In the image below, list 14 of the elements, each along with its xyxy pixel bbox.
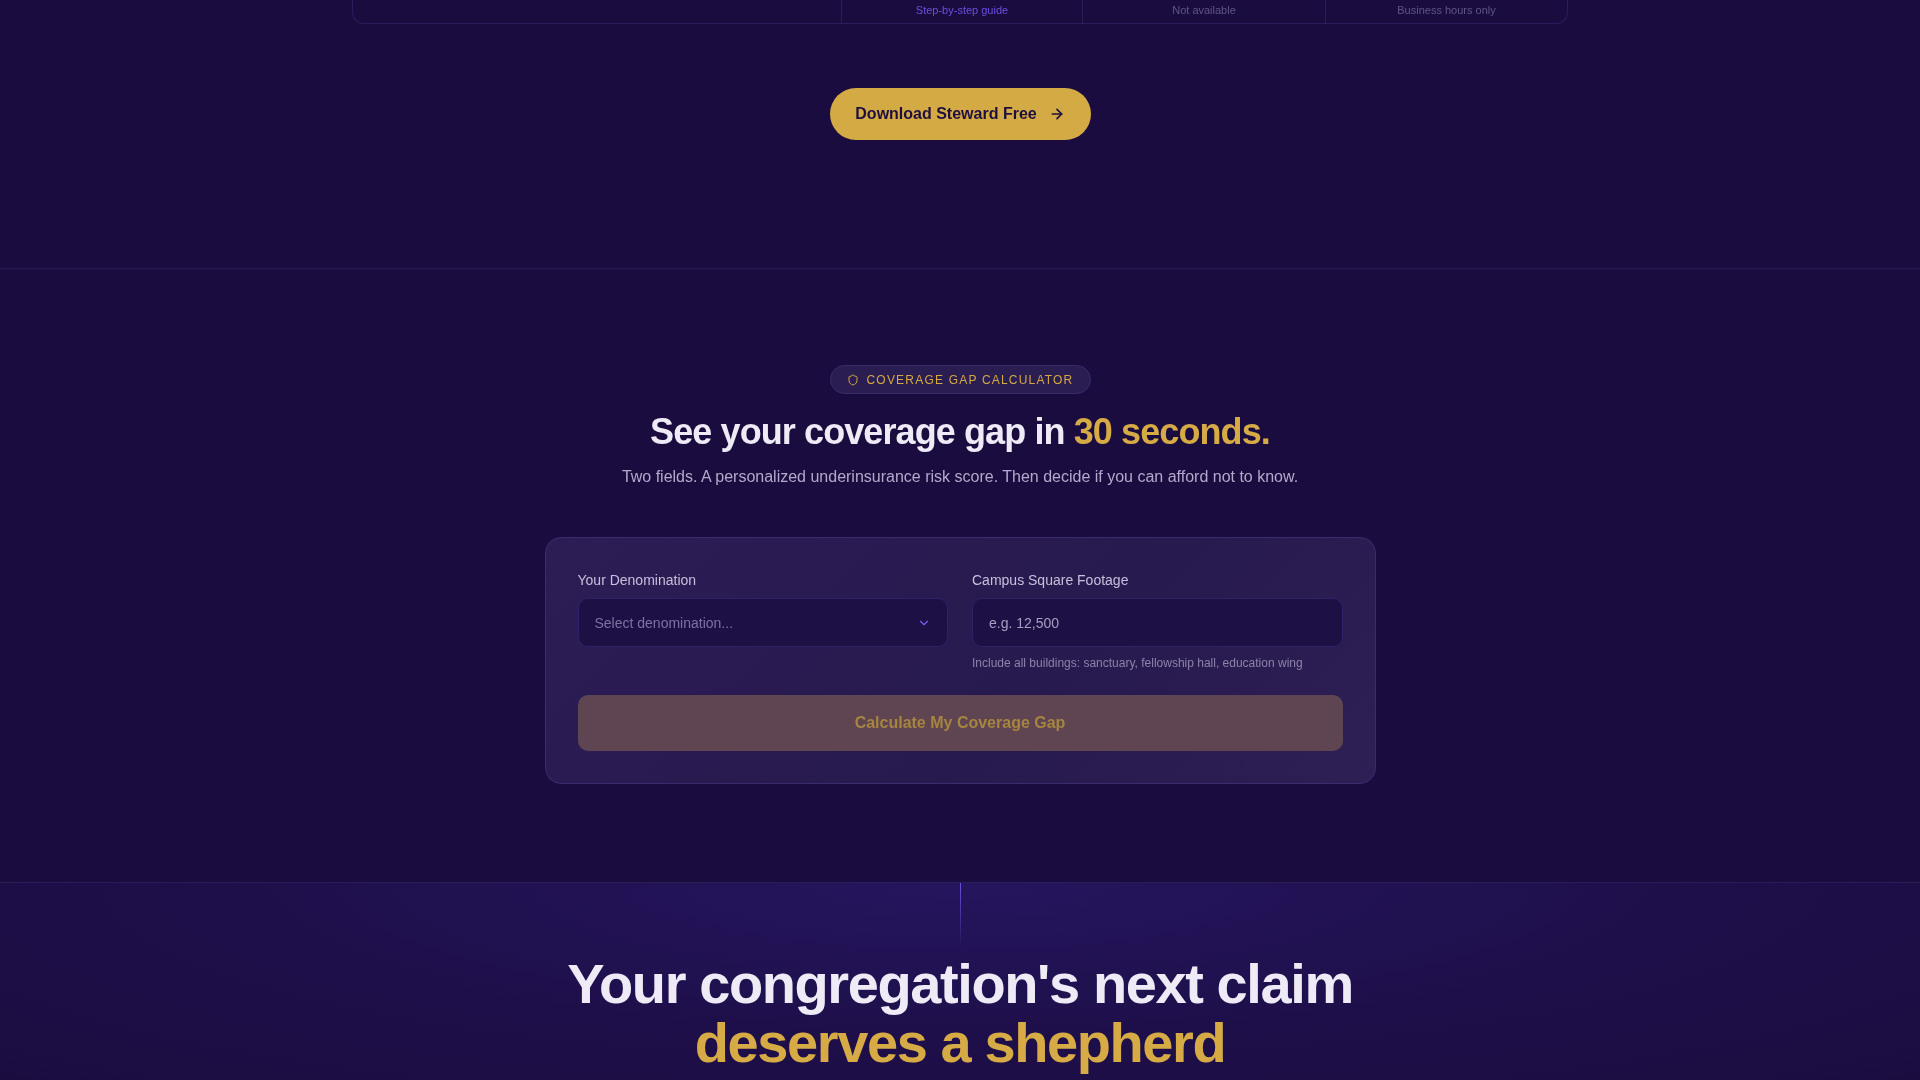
table-cell: Step-by-step guide: [915, 3, 1009, 17]
field-label: Campus Square Footage: [972, 571, 1130, 590]
closing-heading: Your congregation's next claim deserves a shepherd: [567, 955, 1353, 1073]
download-button[interactable]: Download Steward Free: [829, 88, 1091, 140]
field-label: Your Denomination: [577, 571, 698, 590]
table-cell: Business hours only: [1397, 3, 1496, 17]
shield-icon: [846, 373, 859, 386]
select-field[interactable]: Select denomination...: [577, 598, 948, 647]
section-subtitle: Two fields. A personalized underinsurance risk score. Then decide if you can afford not to know.: [621, 467, 1299, 487]
field-hint: Include all buildings: sanctuary, fellowship hall, education wing: [972, 655, 1304, 671]
section-heading: See your coverage gap in 30 seconds.: [650, 410, 1270, 453]
table-cell: Not available: [1172, 3, 1236, 17]
input-field[interactable]: e.g. 12,500: [972, 598, 1343, 647]
section-badge: COVERAGE GAP CALCULATOR: [829, 365, 1091, 394]
